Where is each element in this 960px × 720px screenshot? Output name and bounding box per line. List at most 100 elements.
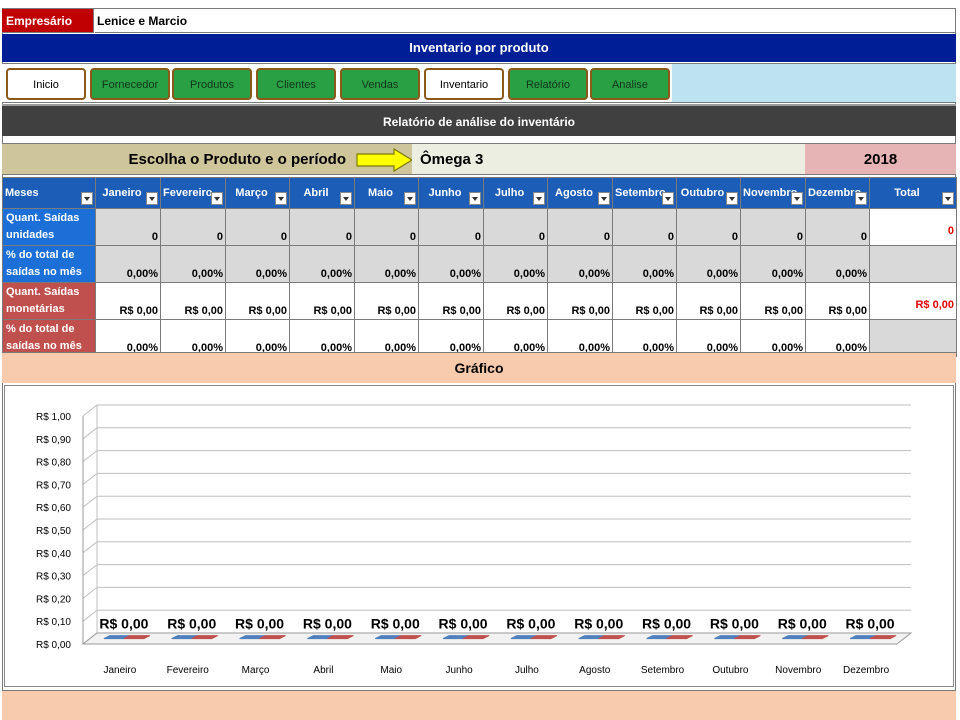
table-cell[interactable]: 0,00% bbox=[805, 319, 870, 357]
nav-button-fornecedor[interactable]: Fornecedor bbox=[90, 68, 170, 100]
arrow-right-icon bbox=[356, 148, 414, 172]
table-cell[interactable]: R$ 0,00 bbox=[805, 282, 870, 320]
table-cell[interactable]: R$ 0,00 bbox=[547, 282, 613, 320]
table-cell[interactable]: 0,00% bbox=[160, 319, 226, 357]
table-cell[interactable]: 0,00% bbox=[289, 245, 355, 283]
table-cell[interactable]: 0,00% bbox=[676, 319, 741, 357]
nav-button-analise[interactable]: Analise bbox=[590, 68, 670, 100]
x-tick-label: Maio bbox=[380, 665, 402, 676]
filter-dropdown-icon[interactable] bbox=[404, 192, 416, 205]
table-cell[interactable]: 0 bbox=[160, 208, 226, 246]
header-month: Outubro bbox=[676, 177, 741, 209]
empresario-value[interactable]: Lenice e Marcio bbox=[95, 9, 955, 33]
table-row: % do total de saídas no mês 0,00% 0,00% 0,0… bbox=[2, 319, 957, 357]
year-select[interactable]: 2018 bbox=[805, 143, 956, 175]
table-cell[interactable]: 0,00% bbox=[483, 245, 548, 283]
table-cell[interactable]: 0,00% bbox=[160, 245, 226, 283]
table-cell[interactable]: 0 bbox=[418, 208, 484, 246]
nav-button-inicio[interactable]: Inicio bbox=[6, 68, 86, 100]
table-cell[interactable]: R$ 0,00 bbox=[95, 282, 161, 320]
data-label: R$ 0,00 bbox=[99, 616, 148, 632]
header-month: Março bbox=[225, 177, 290, 209]
table-row: Quant. Saídas monetárias R$ 0,00 R$ 0,00 R$… bbox=[2, 282, 957, 320]
table-cell[interactable]: R$ 0,00 bbox=[354, 282, 419, 320]
table-cell[interactable]: 0,00% bbox=[805, 245, 870, 283]
table-cell[interactable]: 0 bbox=[612, 208, 677, 246]
header-month: Novembro bbox=[740, 177, 806, 209]
table-cell[interactable]: R$ 0,00 bbox=[483, 282, 548, 320]
filter-dropdown-icon[interactable] bbox=[146, 192, 158, 205]
table-cell[interactable]: 0,00% bbox=[547, 319, 613, 357]
table-cell[interactable]: R$ 0,00 bbox=[612, 282, 677, 320]
filter-dropdown-icon[interactable] bbox=[81, 192, 93, 205]
table-cell[interactable]: 0 bbox=[289, 208, 355, 246]
table-cell[interactable]: R$ 0,00 bbox=[160, 282, 226, 320]
row-label: Quant. Saídas unidades bbox=[2, 208, 96, 246]
nav-button-relat-rio[interactable]: Relatório bbox=[508, 68, 588, 100]
total-cell[interactable] bbox=[869, 319, 957, 357]
header-month: Janeiro bbox=[95, 177, 161, 209]
nav-button-vendas[interactable]: Vendas bbox=[340, 68, 420, 100]
nav-button-inventario[interactable]: Inventario bbox=[424, 68, 504, 100]
header-month: Fevereiro bbox=[160, 177, 226, 209]
table-cell[interactable]: 0,00% bbox=[354, 319, 419, 357]
filter-dropdown-icon[interactable] bbox=[662, 192, 674, 205]
total-cell[interactable]: 0 bbox=[869, 208, 957, 246]
data-label: R$ 0,00 bbox=[642, 616, 691, 632]
filter-dropdown-icon[interactable] bbox=[855, 192, 867, 205]
filter-dropdown-icon[interactable] bbox=[340, 192, 352, 205]
data-label: R$ 0,00 bbox=[235, 616, 284, 632]
table-cell[interactable]: 0,00% bbox=[612, 245, 677, 283]
row-label: Quant. Saídas monetárias bbox=[2, 282, 96, 320]
table-cell[interactable]: 0 bbox=[483, 208, 548, 246]
filter-dropdown-icon[interactable] bbox=[469, 192, 481, 205]
table-cell[interactable]: 0,00% bbox=[289, 319, 355, 357]
table-cell[interactable]: 0 bbox=[740, 208, 806, 246]
table-cell[interactable]: 0 bbox=[225, 208, 290, 246]
table-cell[interactable]: 0,00% bbox=[225, 319, 290, 357]
table-cell[interactable]: R$ 0,00 bbox=[740, 282, 806, 320]
total-cell[interactable]: R$ 0,00 bbox=[869, 282, 957, 320]
header-month: Abril bbox=[289, 177, 355, 209]
filter-dropdown-icon[interactable] bbox=[791, 192, 803, 205]
table-cell[interactable]: 0,00% bbox=[740, 319, 806, 357]
data-label: R$ 0,00 bbox=[167, 616, 216, 632]
table-cell[interactable]: R$ 0,00 bbox=[418, 282, 484, 320]
table-cell[interactable]: 0 bbox=[676, 208, 741, 246]
table-cell[interactable]: R$ 0,00 bbox=[676, 282, 741, 320]
table-cell[interactable]: 0,00% bbox=[547, 245, 613, 283]
total-cell[interactable] bbox=[869, 245, 957, 283]
nav-button-clientes[interactable]: Clientes bbox=[256, 68, 336, 100]
y-tick-label: R$ 0,30 bbox=[36, 572, 71, 583]
filter-dropdown-icon[interactable] bbox=[211, 192, 223, 205]
filter-dropdown-icon[interactable] bbox=[275, 192, 287, 205]
table-cell[interactable]: 0 bbox=[95, 208, 161, 246]
table-cell[interactable]: 0 bbox=[354, 208, 419, 246]
product-select[interactable]: Ômega 3 bbox=[412, 143, 805, 175]
data-label: R$ 0,00 bbox=[710, 616, 759, 632]
table-cell[interactable]: 0,00% bbox=[95, 319, 161, 357]
table-cell[interactable]: R$ 0,00 bbox=[225, 282, 290, 320]
table-cell[interactable]: 0,00% bbox=[483, 319, 548, 357]
table-cell[interactable]: 0,00% bbox=[418, 319, 484, 357]
table-cell[interactable]: 0 bbox=[805, 208, 870, 246]
table-cell[interactable]: 0,00% bbox=[225, 245, 290, 283]
filter-dropdown-icon[interactable] bbox=[942, 192, 954, 205]
filter-dropdown-icon[interactable] bbox=[533, 192, 545, 205]
chart-section-title: Gráfico bbox=[2, 352, 956, 383]
header-month: Julho bbox=[483, 177, 548, 209]
x-tick-label: Dezembro bbox=[843, 665, 890, 676]
filter-dropdown-icon[interactable] bbox=[598, 192, 610, 205]
table-cell[interactable]: 0,00% bbox=[612, 319, 677, 357]
table-cell[interactable]: 0,00% bbox=[354, 245, 419, 283]
x-tick-label: Outubro bbox=[712, 665, 749, 676]
table-cell[interactable]: 0 bbox=[547, 208, 613, 246]
nav-button-produtos[interactable]: Produtos bbox=[172, 68, 252, 100]
table-cell[interactable]: R$ 0,00 bbox=[289, 282, 355, 320]
header-meses: Meses bbox=[2, 177, 96, 209]
table-cell[interactable]: 0,00% bbox=[740, 245, 806, 283]
filter-dropdown-icon[interactable] bbox=[726, 192, 738, 205]
table-cell[interactable]: 0,00% bbox=[676, 245, 741, 283]
table-cell[interactable]: 0,00% bbox=[418, 245, 484, 283]
table-cell[interactable]: 0,00% bbox=[95, 245, 161, 283]
